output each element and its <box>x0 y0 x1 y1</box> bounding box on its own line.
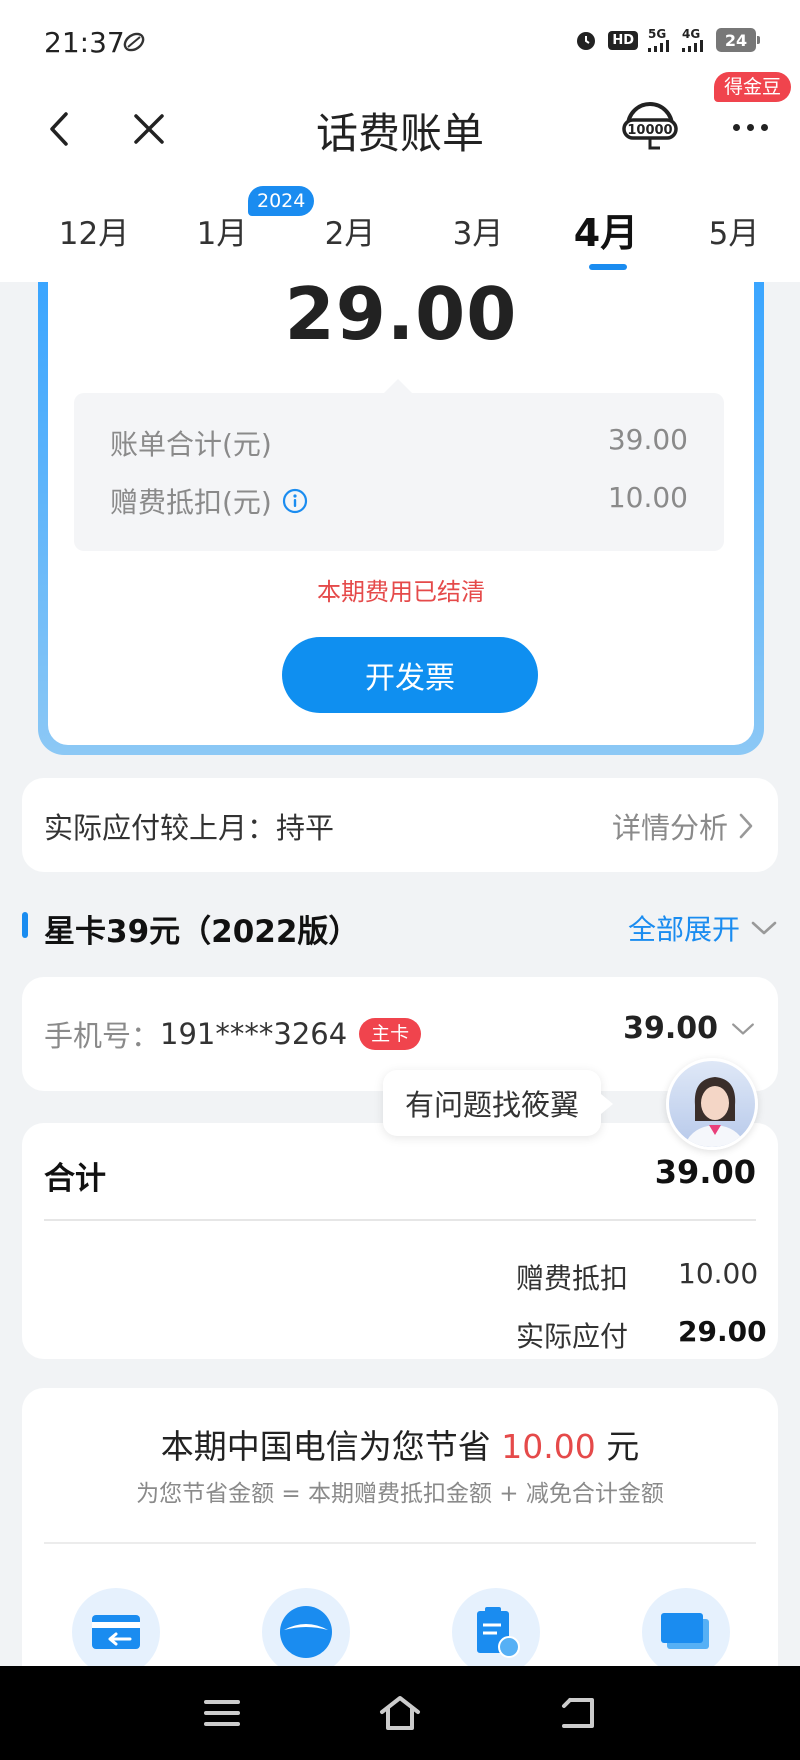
detail-analysis-label: 详情分析 <box>611 811 728 845</box>
page-title: 话费账单 <box>315 109 484 158</box>
clipboard-yuan-icon[interactable] <box>452 1588 540 1676</box>
actual-pay-label: 实际应付 <box>515 1320 628 1353</box>
savings-suffix: 元 <box>595 1427 640 1466</box>
total-value: 39.00 <box>654 1153 756 1191</box>
total-label: 合计 <box>44 1161 106 1197</box>
bill-deduct-value: 10.00 <box>607 481 688 514</box>
phone-label-wrap: 手机号： 191****3264 主卡 <box>44 1013 422 1055</box>
savings-formula: 为您节省金额 = 本期赠费抵扣金额 + 减免合计金额 <box>136 1481 664 1507</box>
expand-all-label: 全部展开 <box>627 913 740 946</box>
dot <box>732 123 740 131</box>
compare-label: 实际应付较上月：持平 <box>44 811 335 845</box>
status-time: 21:37 <box>44 26 125 59</box>
phone-label: 手机号： <box>44 1019 161 1053</box>
gold-beans-badge[interactable]: 得金豆 <box>714 72 792 102</box>
main-card-badge: 主卡 <box>359 1018 422 1050</box>
savings-title: 本期中国电信为您节省 10.00 元 <box>22 1420 778 1468</box>
actual-pay-value: 29.00 <box>678 1315 767 1348</box>
year-badge: 2024 <box>248 186 315 216</box>
svg-text:10000: 10000 <box>627 123 672 138</box>
leaf-icon <box>123 32 145 52</box>
menu-icon[interactable] <box>200 1692 244 1734</box>
bill-card-frame: 29.00 账单合计(元) 39.00 赠费抵扣(元) 10.00 本期费用已结… <box>38 272 764 755</box>
tab-month-2[interactable]: 2月 <box>300 208 400 253</box>
savings-card: 本期中国电信为您节省 10.00 元 为您节省金额 = 本期赠费抵扣金额 + 减… <box>22 1388 778 1678</box>
signal-4g-icon: 4G <box>682 28 706 52</box>
bill-total-value: 39.00 <box>607 423 688 456</box>
bill-total-label: 账单合计(元) <box>110 428 272 461</box>
phone-amount-wrap[interactable]: 39.00 <box>623 1011 756 1046</box>
divider <box>44 1219 756 1221</box>
bill-status-text: 本期费用已结清 <box>317 578 485 606</box>
hotline-10000-icon[interactable]: 10000 <box>620 96 680 156</box>
section-marker <box>22 912 28 938</box>
tab-month-12[interactable]: 12月 <box>44 208 144 253</box>
month-tabs: 12月 1月 2月 3月 4月 5月 2024 <box>0 172 800 282</box>
assistant-bubble[interactable]: 有问题找筱翼 <box>383 1070 614 1136</box>
compare-card[interactable]: 实际应付较上月：持平 详情分析 <box>22 778 778 872</box>
dot <box>760 123 768 131</box>
actual-pay-row: 实际应付 29.00 <box>515 1315 767 1355</box>
savings-amount: 10.00 <box>501 1427 596 1466</box>
chevron-down-icon <box>751 921 777 935</box>
bill-deduct-label: 赠费抵扣(元) <box>110 486 272 519</box>
status-bar: 21:37 HD 5G 4G 24 <box>0 0 800 86</box>
signal-5g-icon: 5G <box>648 28 672 52</box>
chevron-right-icon <box>739 813 753 839</box>
phone-number: 191****3264 <box>160 1017 348 1051</box>
plan-header: 星卡39元（2022版） 全部展开 <box>0 900 800 952</box>
card-transfer-icon[interactable] <box>72 1588 160 1676</box>
tab-month-3[interactable]: 3月 <box>428 208 528 253</box>
screen-yuan-icon[interactable] <box>642 1588 730 1676</box>
phone-amount: 39.00 <box>623 1011 718 1046</box>
info-icon[interactable] <box>282 488 308 514</box>
expand-all-button[interactable]: 全部展开 <box>628 908 778 948</box>
detail-analysis-link[interactable]: 详情分析 <box>612 805 756 847</box>
tab-active-indicator <box>589 264 627 270</box>
home-icon[interactable] <box>378 1692 422 1734</box>
hd-icon: HD <box>608 30 638 50</box>
tab-month-5[interactable]: 5月 <box>684 208 784 253</box>
deduct-row: 赠费抵扣 10.00 <box>515 1257 759 1297</box>
tab-month-4[interactable]: 4月 <box>556 202 656 257</box>
plan-name: 星卡39元（2022版） <box>44 914 360 950</box>
back-nav-icon[interactable] <box>556 1692 600 1734</box>
deduct-label: 赠费抵扣 <box>515 1262 628 1295</box>
more-menu-button[interactable] <box>720 102 780 152</box>
system-nav-bar <box>0 1666 800 1760</box>
divider <box>44 1542 756 1544</box>
bill-card: 29.00 账单合计(元) 39.00 赠费抵扣(元) 10.00 本期费用已结… <box>48 272 754 745</box>
assistant-avatar[interactable] <box>666 1058 758 1150</box>
bill-deduct-row: 赠费抵扣(元) 10.00 <box>110 481 688 521</box>
bill-amount: 29.00 <box>284 272 518 356</box>
bill-total-row: 账单合计(元) 39.00 <box>110 423 688 463</box>
chevron-down-icon <box>732 1022 754 1035</box>
dot <box>746 123 754 131</box>
bill-deduct-label-wrap: 赠费抵扣(元) <box>110 481 308 521</box>
ball-icon[interactable] <box>262 1588 350 1676</box>
invoice-button[interactable]: 开发票 <box>282 637 538 713</box>
alarm-icon <box>577 32 596 50</box>
savings-prefix: 本期中国电信为您节省 <box>160 1427 502 1466</box>
deduct-value: 10.00 <box>678 1257 759 1290</box>
battery-icon: 24 <box>716 28 760 52</box>
nav-bar: 话费账单 10000 <box>0 86 800 172</box>
total-card: 合计 39.00 赠费抵扣 10.00 实际应付 29.00 <box>22 1123 778 1359</box>
bill-detail-box: 账单合计(元) 39.00 赠费抵扣(元) 10.00 <box>74 379 724 551</box>
status-icons: HD 5G 4G 24 <box>574 28 760 52</box>
